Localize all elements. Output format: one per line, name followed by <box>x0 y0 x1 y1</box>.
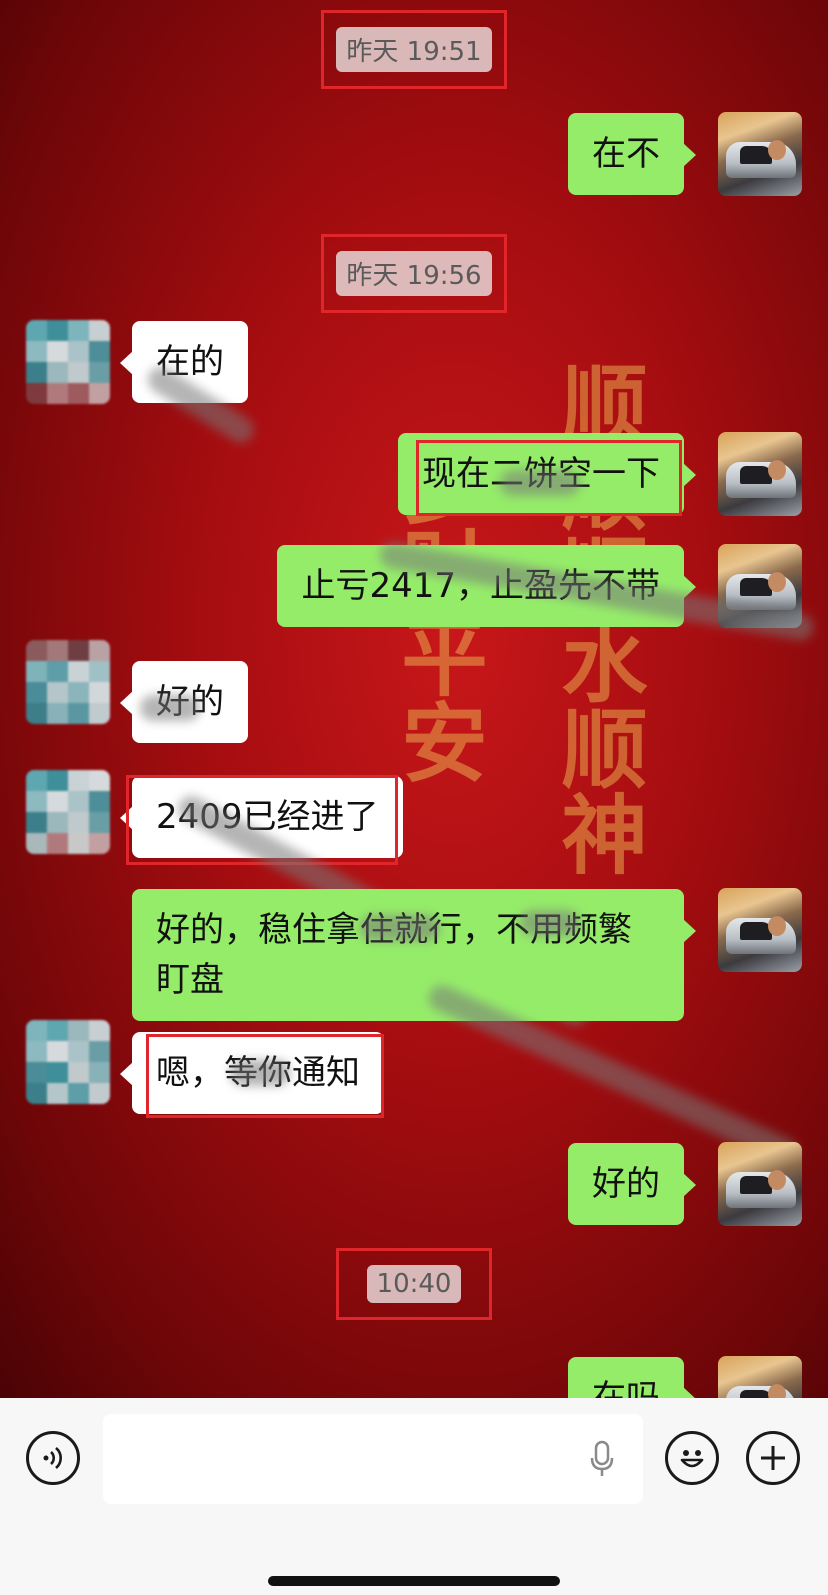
input-bar <box>0 1398 828 1595</box>
message-text: 好的 <box>592 1164 660 1204</box>
contact-avatar[interactable] <box>26 770 110 854</box>
contact-avatar[interactable] <box>26 320 110 404</box>
message-text: 在吗 <box>592 1378 660 1398</box>
timestamp: 昨天 19:56 <box>336 251 492 296</box>
self-avatar[interactable] <box>718 432 802 516</box>
chat-background: 顺顺顺水顺神 多财平安 昨天 19:51 在不 昨天 19:56 在的 现在二饼… <box>0 0 828 1398</box>
plus-icon[interactable] <box>746 1431 800 1485</box>
timestamp: 昨天 19:51 <box>336 27 492 72</box>
self-avatar[interactable] <box>718 888 802 972</box>
voice-icon[interactable] <box>26 1431 80 1485</box>
message-bubble-self[interactable]: 在吗 <box>568 1357 696 1398</box>
timestamp-row: 10:40 <box>0 1248 828 1320</box>
timestamp-highlight: 昨天 19:51 <box>321 10 507 89</box>
timestamp-row: 昨天 19:56 <box>0 234 828 313</box>
self-avatar[interactable] <box>718 112 802 196</box>
message-input[interactable] <box>103 1414 643 1504</box>
message-bubble-self[interactable]: 好的 <box>568 1143 696 1225</box>
timestamp-row: 昨天 19:51 <box>0 10 828 89</box>
timestamp-highlight: 昨天 19:56 <box>321 234 507 313</box>
self-avatar[interactable] <box>718 1142 802 1226</box>
self-avatar[interactable] <box>718 1356 802 1398</box>
timestamp-highlight: 10:40 <box>335 1248 493 1320</box>
contact-avatar[interactable] <box>26 1020 110 1104</box>
message-bubble-self[interactable]: 在不 <box>568 113 696 195</box>
emoji-icon[interactable] <box>665 1431 719 1485</box>
contact-avatar[interactable] <box>26 640 110 724</box>
message-bubble-self[interactable]: 好的，稳住拿住就行，不用频繁盯盘 <box>132 889 696 1021</box>
timestamp: 10:40 <box>366 1265 462 1303</box>
message-text: 在不 <box>592 134 660 174</box>
microphone-icon[interactable] <box>589 1440 615 1482</box>
home-indicator[interactable] <box>268 1576 560 1586</box>
